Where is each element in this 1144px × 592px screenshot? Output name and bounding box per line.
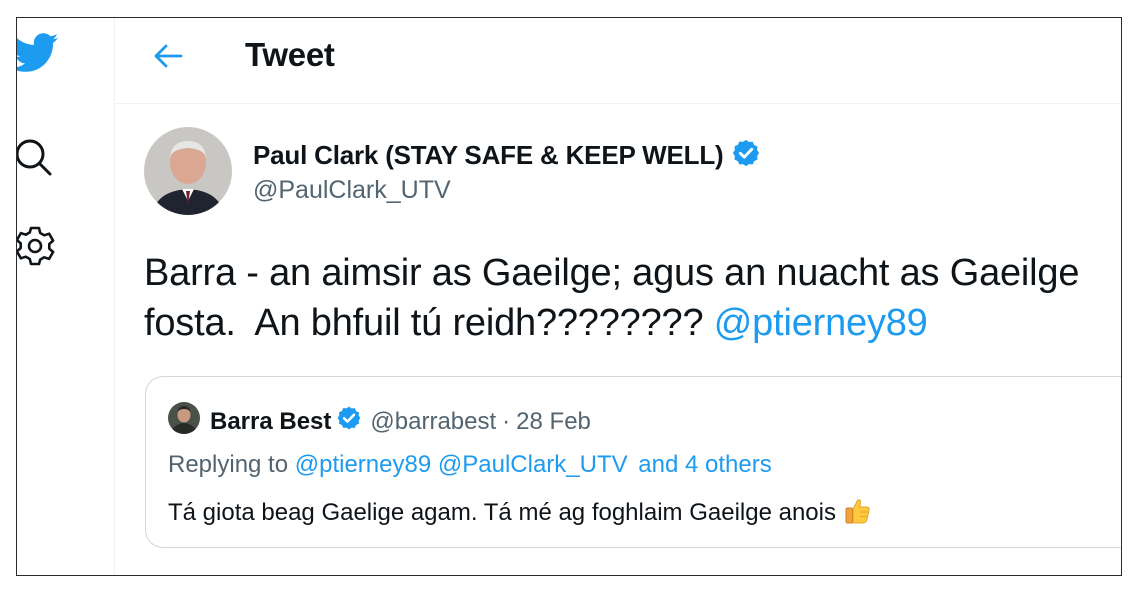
verified-badge-icon <box>336 405 362 438</box>
quoted-author-name[interactable]: Barra Best <box>210 408 331 436</box>
replying-mention-1[interactable]: @ptierney89 <box>295 451 431 478</box>
quoted-tweet[interactable]: Barra Best @barrabest · 28 Feb Replying … <box>145 376 1121 548</box>
screenshot-frame: Tweet Paul Clark (STAY SAFE & KEEP WELL)… <box>16 17 1122 576</box>
tweet-text: Barra - an aimsir as Gaeilge; agus an nu… <box>144 248 1121 348</box>
tweet-mention-link[interactable]: @ptierney89 <box>714 302 928 344</box>
gear-icon[interactable] <box>17 224 57 273</box>
replying-others-link[interactable]: and 4 others <box>638 451 771 478</box>
tweet-text-line-1: Barra - an aimsir as Gaeilge; agus an nu… <box>144 252 1080 294</box>
replying-to: Replying to @ptierney89 @PaulClark_UTV a… <box>168 451 772 479</box>
page-header: Tweet <box>115 18 1121 104</box>
replying-mention-2[interactable]: @PaulClark_UTV <box>438 451 628 478</box>
quoted-avatar[interactable] <box>168 402 200 434</box>
page-title: Tweet <box>245 36 335 73</box>
quoted-date[interactable]: 28 Feb <box>516 408 591 436</box>
avatar[interactable] <box>144 127 232 215</box>
dot-separator: · <box>502 407 511 435</box>
quoted-author-handle[interactable]: @barrabest <box>370 408 496 436</box>
search-icon[interactable] <box>17 136 57 185</box>
side-nav <box>17 18 115 575</box>
replying-prefix: Replying to <box>168 451 289 478</box>
twitter-bird-icon[interactable] <box>17 32 59 79</box>
verified-badge-icon <box>731 138 761 173</box>
thumbs-up-icon <box>842 496 872 533</box>
author-handle[interactable]: @PaulClark_UTV <box>253 176 451 205</box>
author-name[interactable]: Paul Clark (STAY SAFE & KEEP WELL) <box>253 140 724 171</box>
quoted-text-body: Tá giota beag Gaelige agam. Tá mé ag fog… <box>168 499 836 526</box>
author-row: Paul Clark (STAY SAFE & KEEP WELL) <box>253 138 761 173</box>
quoted-tweet-text: Tá giota beag Gaelige agam. Tá mé ag fog… <box>168 496 872 533</box>
tweet-text-line-2-body: fosta. An bhfuil tú reidh???????? <box>144 302 704 344</box>
tweet-text-line-2: fosta. An bhfuil tú reidh???????? @ptier… <box>144 298 1121 348</box>
quoted-header: Barra Best @barrabest · 28 Feb <box>210 405 591 438</box>
back-arrow-icon[interactable] <box>151 38 187 74</box>
